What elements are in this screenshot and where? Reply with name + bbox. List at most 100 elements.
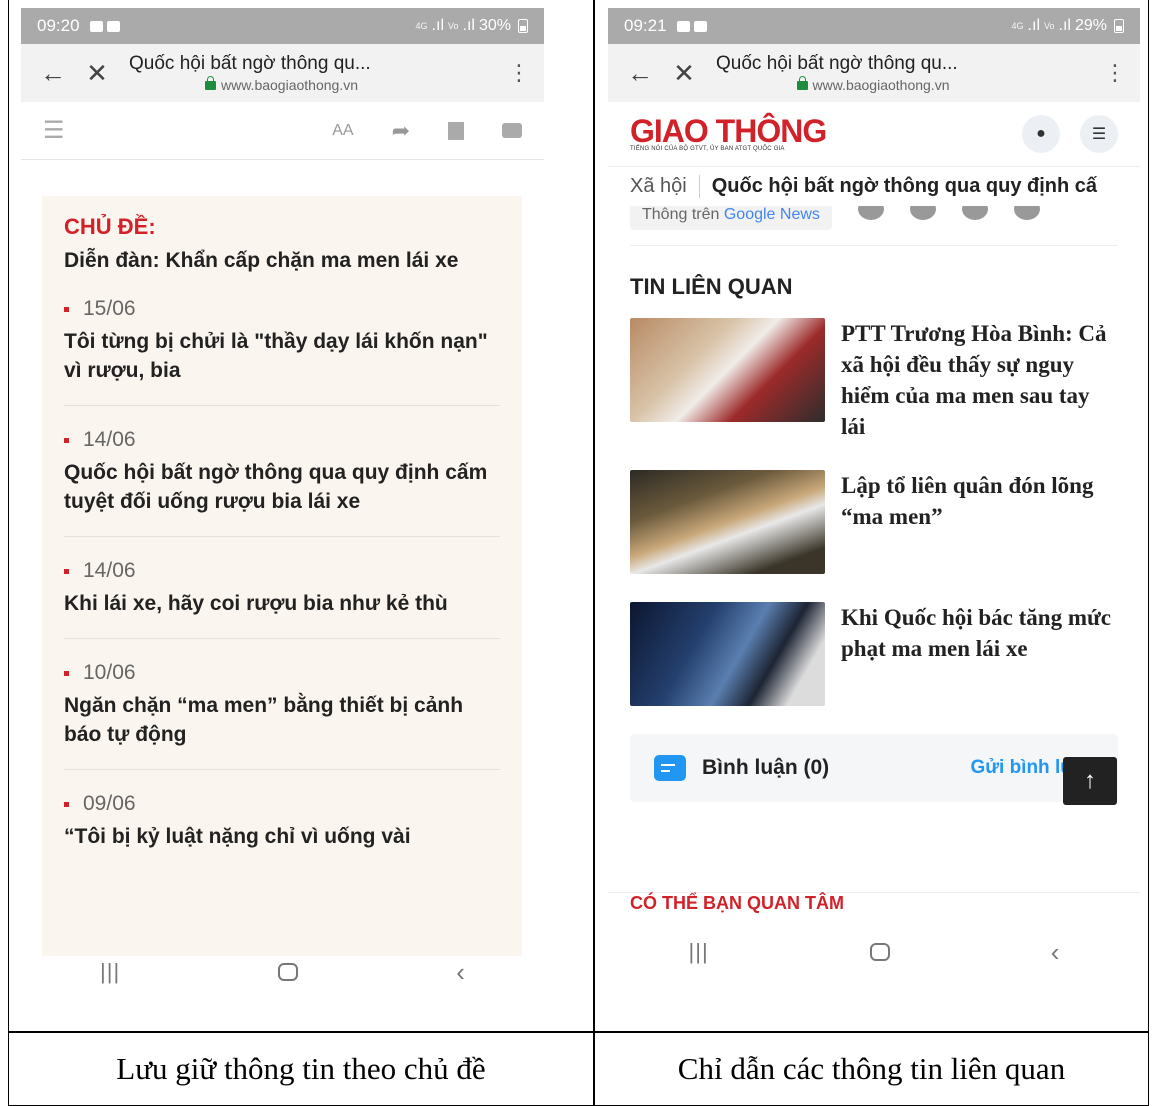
bookmark-icon[interactable] (448, 121, 464, 140)
close-icon[interactable]: ✕ (75, 58, 119, 89)
home-icon[interactable] (278, 963, 299, 981)
status-indicators: 4G .ıl Vo .ıl 30% (416, 17, 528, 35)
android-nav-bar: ||| ‹ (21, 944, 544, 1000)
scroll-to-top-button[interactable]: ↑ (1063, 757, 1117, 805)
item-date: 09/06 (64, 792, 500, 816)
home-icon[interactable] (869, 943, 890, 961)
item-title[interactable]: Quốc hội bất ngờ thông qua quy định cấm … (64, 458, 500, 516)
topic-box: CHỦ ĐỀ: Diễn đàn: Khẩn cấp chặn ma men l… (42, 196, 522, 956)
comment-box: Bình luận (0) Gửi bình luận (630, 734, 1118, 802)
browser-url-bar: ← ✕ Quốc hội bất ngờ thông qu... www.bao… (608, 44, 1140, 102)
volte-icon: Vo (448, 20, 459, 31)
related-item[interactable]: PTT Trương Hòa Bình: Cả xã hội đều thấy … (608, 310, 1140, 462)
site-header: GIAO THÔNG TIẾNG NÓI CỦA BỘ GTVT, ỦY BAN… (608, 102, 1140, 166)
column-divider (593, 0, 595, 1106)
caption-left: Lưu giữ thông tin theo chủ đề (116, 1051, 486, 1086)
lock-icon (205, 75, 216, 90)
social-share-icons (857, 206, 1040, 220)
page-title: Quốc hội bất ngờ thông qu... (129, 53, 371, 74)
reader-toolbar: ☰ AA ➦ (21, 102, 544, 160)
more-options-icon[interactable]: ⋮ (504, 60, 534, 86)
topic-name[interactable]: Diễn đàn: Khẩn cấp chặn ma men lái xe (64, 246, 500, 275)
network-4g-icon: 4G (1011, 20, 1024, 31)
lock-icon (796, 75, 808, 90)
close-icon[interactable]: ✕ (662, 58, 706, 89)
breadcrumb-article: Quốc hội bất ngờ thông qua quy định cấ (711, 175, 1098, 197)
share-icon[interactable]: ➦ (392, 118, 410, 144)
google-news-follow[interactable]: Thông trên Google News (630, 206, 832, 230)
topic-list-item[interactable]: 14/06 Quốc hội bất ngờ thông qua quy địn… (64, 406, 500, 537)
related-heading: TIN LIÊN QUAN (630, 274, 793, 299)
related-title[interactable]: PTT Trương Hòa Bình: Cả xã hội đều thấy … (841, 318, 1118, 442)
comment-icon[interactable] (502, 123, 522, 138)
messenger-icon[interactable] (909, 206, 936, 220)
battery-percent: 30% (478, 17, 511, 34)
status-indicators: 4G .ıl Vo .ıl 29% (1012, 17, 1124, 35)
status-bar: 09:21 4G .ıl Vo .ıl 29% (608, 8, 1140, 44)
search-menu-icon[interactable]: ☰ (1080, 115, 1118, 153)
browser-url-bar: ← ✕ Quốc hội bất ngờ thông qu... www.bao… (21, 44, 544, 102)
status-time: 09:20 (37, 16, 80, 35)
recents-icon[interactable]: ||| (100, 959, 120, 985)
battery-icon (1114, 19, 1124, 33)
related-thumbnail[interactable] (630, 470, 825, 574)
related-thumbnail[interactable] (630, 318, 825, 422)
status-time: 09:21 (624, 16, 667, 35)
url-title-block[interactable]: Quốc hội bất ngờ thông qu... www.baogiao… (706, 53, 1100, 93)
item-date: 15/06 (64, 297, 500, 321)
android-nav-bar: ||| ‹ (608, 924, 1140, 980)
follow-bar: Thông trên Google News (630, 206, 1118, 246)
item-title[interactable]: Khi lái xe, hãy coi rượu bia như kẻ thù (64, 589, 500, 618)
item-title[interactable]: Ngăn chặn “ma men” bằng thiết bị cảnh bá… (64, 691, 500, 749)
signal-icon: .ıl (431, 17, 444, 34)
menu-icon[interactable]: ☰ (43, 116, 65, 145)
maybe-interested-heading: CÓ THỂ BẠN QUAN TÂM (608, 892, 1140, 914)
topic-heading: CHỦ ĐỀ: (64, 214, 156, 239)
nav-back-icon[interactable]: ‹ (456, 957, 465, 988)
facebook-icon[interactable] (857, 206, 884, 220)
item-date: 14/06 (64, 428, 500, 452)
topic-list-item[interactable]: 15/06 Tôi từng bị chửi là "thầy dạy lái … (64, 275, 500, 406)
related-item[interactable]: Lập tổ liên quân đón lõng “ma men” (608, 462, 1140, 594)
follow-brand: Google News (723, 206, 820, 223)
breadcrumb: Xã hội Quốc hội bất ngờ thông qua quy đị… (608, 166, 1140, 206)
app-notification-icon (693, 20, 707, 32)
comment-count: Bình luận (0) (702, 756, 830, 779)
logo-text: GIAO THÔNG (630, 113, 827, 149)
item-title[interactable]: Tôi từng bị chửi là "thầy dạy lái khốn n… (64, 327, 500, 385)
back-arrow-icon[interactable]: ← (618, 58, 662, 89)
back-arrow-icon[interactable]: ← (31, 58, 75, 89)
follow-prefix: Thông trên (642, 206, 720, 223)
url-text: www.baogiaothong.vn (221, 77, 358, 93)
left-phone-screen: 09:20 4G .ıl Vo .ıl 30% ← ✕ Quốc hội bất… (21, 8, 544, 1008)
url-title-block[interactable]: Quốc hội bất ngờ thông qu... www.baogiao… (119, 53, 504, 93)
related-title[interactable]: Lập tổ liên quân đón lõng “ma men” (841, 470, 1118, 574)
twitter-icon[interactable] (961, 206, 988, 220)
nav-back-icon[interactable]: ‹ (1051, 937, 1060, 968)
url-text-row: www.baogiaothong.vn (716, 75, 1030, 93)
related-title[interactable]: Khi Quốc hội bác tăng mức phạt ma men lá… (841, 602, 1118, 706)
signal-icon-2: .ıl (462, 17, 475, 34)
item-date: 10/06 (64, 661, 500, 685)
battery-icon (518, 19, 528, 33)
more-options-icon[interactable]: ⋮ (1100, 60, 1130, 86)
recents-icon[interactable]: ||| (689, 939, 709, 965)
text-size-icon[interactable]: AA (332, 122, 353, 140)
toolbar-actions: AA ➦ (332, 118, 522, 144)
related-item[interactable]: Khi Quốc hội bác tăng mức phạt ma men lá… (608, 594, 1140, 726)
header-actions: ● ☰ (1022, 115, 1118, 153)
breadcrumb-section[interactable]: Xã hội (630, 175, 700, 198)
email-icon[interactable] (1013, 206, 1040, 220)
chat-bubble-icon (654, 755, 686, 781)
signal-icon-2: .ıl (1058, 17, 1071, 34)
topic-list-item[interactable]: 10/06 Ngăn chặn “ma men” bằng thiết bị c… (64, 639, 500, 770)
topic-list-item[interactable]: 14/06 Khi lái xe, hãy coi rượu bia như k… (64, 537, 500, 639)
app-notification-icon (106, 20, 120, 32)
signal-icon: .ıl (1027, 17, 1040, 34)
topic-list-item[interactable]: 09/06 “Tôi bị kỷ luật nặng chỉ vì uống v… (64, 770, 500, 871)
item-title[interactable]: “Tôi bị kỷ luật nặng chỉ vì uống vài (64, 822, 500, 851)
user-icon[interactable]: ● (1022, 115, 1060, 153)
site-logo[interactable]: GIAO THÔNG TIẾNG NÓI CỦA BỘ GTVT, ỦY BAN… (630, 113, 827, 152)
battery-percent: 29% (1074, 17, 1107, 34)
related-thumbnail[interactable] (630, 602, 825, 706)
